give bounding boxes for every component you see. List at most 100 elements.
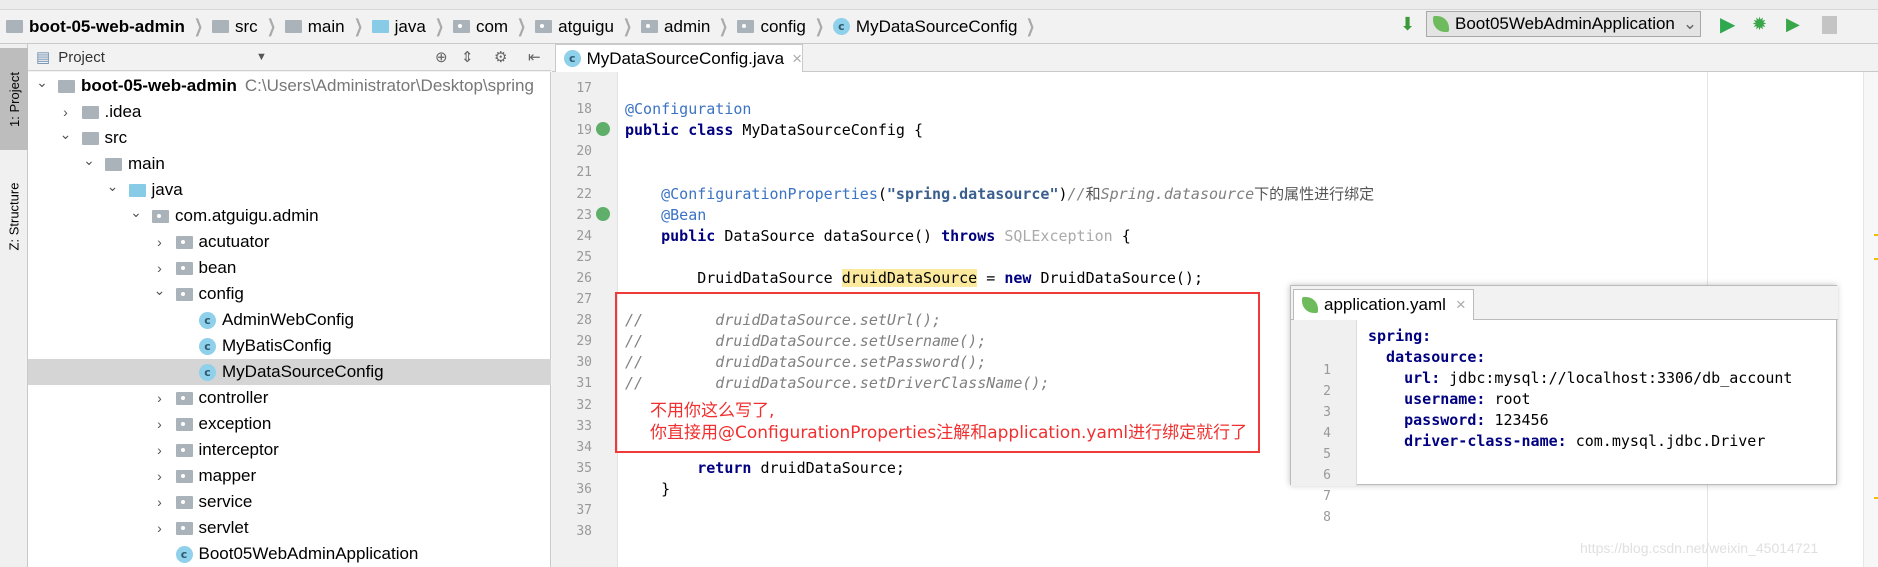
hide-panel-icon[interactable]: ⇤ [528,48,541,66]
breadcrumb-item-admin[interactable]: admin ❯ [635,10,731,44]
collapse-all-icon[interactable]: ⇕ [461,48,474,66]
tree-item-src[interactable]: ⌄ src [28,125,551,151]
editor-scrollbar[interactable] [1863,72,1878,567]
chevron-right-icon[interactable]: › [152,390,168,406]
code-line: @Configuration [625,99,751,120]
tree-item-mapper[interactable]: › mapper [28,463,551,489]
breadcrumb-item-main[interactable]: main ❯ [279,10,366,44]
tree-item-controller[interactable]: › controller [28,385,551,411]
spring-bean-method-icon[interactable] [596,206,610,221]
line-number: 17 [576,81,592,96]
run-icon[interactable]: ▶ [1720,12,1735,37]
tree-item-service[interactable]: › service [28,489,551,515]
warning-marker [1874,234,1878,236]
tree-item-interceptor[interactable]: › interceptor [28,437,551,463]
code-token: url: [1368,369,1450,387]
tree-item--idea[interactable]: › .idea [28,99,551,125]
locate-icon[interactable]: ⊕ [435,48,448,66]
view-dropdown-icon[interactable]: ▼ [256,51,267,63]
tree-item-boot05webadminapplication[interactable]: c Boot05WebAdminApplication [28,541,551,567]
tab-application-yaml[interactable]: application.yaml × [1293,289,1474,320]
chevron-right-icon[interactable]: › [152,234,168,250]
chevron-right-icon: ❯ [517,16,527,36]
code-token: druidDataSource; [760,458,905,477]
breadcrumb-item-com[interactable]: com ❯ [447,10,529,44]
tree-item-mybatisconfig[interactable]: c MyBatisConfig [28,333,551,359]
gear-icon[interactable]: ⚙ [494,48,507,66]
breadcrumb-label: config [760,16,806,36]
close-icon[interactable]: × [1456,295,1466,315]
project-panel-title[interactable]: Project [58,49,105,66]
tree-item-mydatasourceconfig[interactable]: c MyDataSourceConfig [28,359,551,385]
tree-item-adminwebconfig[interactable]: c AdminWebConfig [28,307,551,333]
chevron-right-icon[interactable]: › [152,494,168,510]
chevron-right-icon[interactable]: › [58,104,74,120]
chevron-down-icon[interactable]: ⌄ [105,178,121,195]
folder-icon [81,131,99,145]
close-icon[interactable]: × [792,49,802,69]
chevron-right-icon[interactable]: › [152,260,168,276]
source-icon [128,183,146,197]
line-number: 8 [1323,510,1331,525]
tree-item-java[interactable]: ⌄ java [28,177,551,203]
breadcrumb-item-java[interactable]: java ❯ [366,10,447,44]
chevron-down-icon[interactable]: ⌄ [128,204,144,221]
spring-boot-icon [1433,16,1449,32]
code-token: druidDataSource [841,268,978,287]
stop-icon[interactable] [1822,16,1837,34]
line-number: 1 [1323,363,1331,378]
tool-window-stripe: 1: Project Z: Structure [0,44,28,567]
tree-item-boot-05-web-admin[interactable]: ⌄ boot-05-web-admin C:\Users\Administrator… [28,73,551,99]
structure-tool-tab[interactable]: Z: Structure [0,160,28,272]
line-number: 24 [576,228,592,244]
chevron-right-icon[interactable]: › [152,520,168,536]
chevron-right-icon[interactable]: › [152,416,168,432]
tree-item-acutuator[interactable]: › acutuator [28,229,551,255]
line-number: 22 [576,186,592,202]
code-token: public class [625,121,743,140]
project-tool-tab[interactable]: 1: Project [0,48,28,150]
watermark: https://blog.csdn.net/weixin_45014721 [1580,540,1819,556]
breadcrumb-item-mydatasourceconfig[interactable]: c MyDataSourceConfig ❯ [827,10,1039,44]
spring-bean-icon[interactable] [596,122,610,137]
tree-item-exception[interactable]: › exception [28,411,551,437]
tree-item-main[interactable]: ⌄ main [28,151,551,177]
package-icon [175,521,193,535]
breadcrumb-item-config[interactable]: config ❯ [731,10,826,44]
spring-boot-class-icon: c [175,545,193,563]
chevron-right-icon[interactable]: › [152,442,168,458]
chevron-down-icon[interactable]: ⌄ [58,126,74,143]
chevron-down-icon[interactable]: ⌄ [81,152,97,169]
tab-label: MyDataSourceConfig.java [586,48,785,68]
tree-item-servlet[interactable]: › servlet [28,515,551,541]
warning-marker [1874,258,1878,260]
tree-item-label: acutuator [198,232,270,251]
tree-item-config[interactable]: ⌄ config [28,281,551,307]
tree-item-label: MyDataSourceConfig [222,362,384,381]
code-token: @Configuration [625,100,752,119]
debug-icon[interactable]: ✹ [1752,14,1767,35]
chevron-right-icon: ❯ [434,16,444,36]
code-line: driver-class-name: com.mysql.jdbc.Driver [1368,431,1765,452]
line-number: 19 [576,123,592,139]
tab-mydatasourceconfig[interactable]: c MyDataSourceConfig.java × [555,44,803,72]
run-with-coverage-icon[interactable]: ▶ [1786,14,1800,35]
chevron-down-icon[interactable]: ⌄ [152,282,168,299]
tree-item-com-atguigu-admin[interactable]: ⌄ com.atguigu.admin [28,203,551,229]
tree-item-bean[interactable]: › bean [28,255,551,281]
run-configuration-select[interactable]: Boot05WebAdminApplication ⌄ [1426,11,1701,37]
breadcrumb-label: MyDataSourceConfig [855,16,1018,36]
breadcrumb-item-src[interactable]: src ❯ [206,10,279,44]
breadcrumb-item-boot-05-web-admin[interactable]: boot-05-web-admin ❯ [0,10,206,44]
breadcrumb-item-atguigu[interactable]: atguigu ❯ [529,10,635,44]
breadcrumb-label: boot-05-web-admin [29,16,185,36]
code-token: password: [1368,411,1495,429]
code-line: spring: [1368,326,1431,347]
build-icon[interactable]: ⬇ [1400,14,1415,35]
chevron-right-icon[interactable]: › [152,468,168,484]
package-icon [175,261,193,275]
chevron-down-icon[interactable]: ⌄ [34,74,50,91]
project-tool-tab-label: 1: Project [6,71,22,127]
code-line: } [625,479,670,500]
tree-item-label: interceptor [198,440,279,459]
